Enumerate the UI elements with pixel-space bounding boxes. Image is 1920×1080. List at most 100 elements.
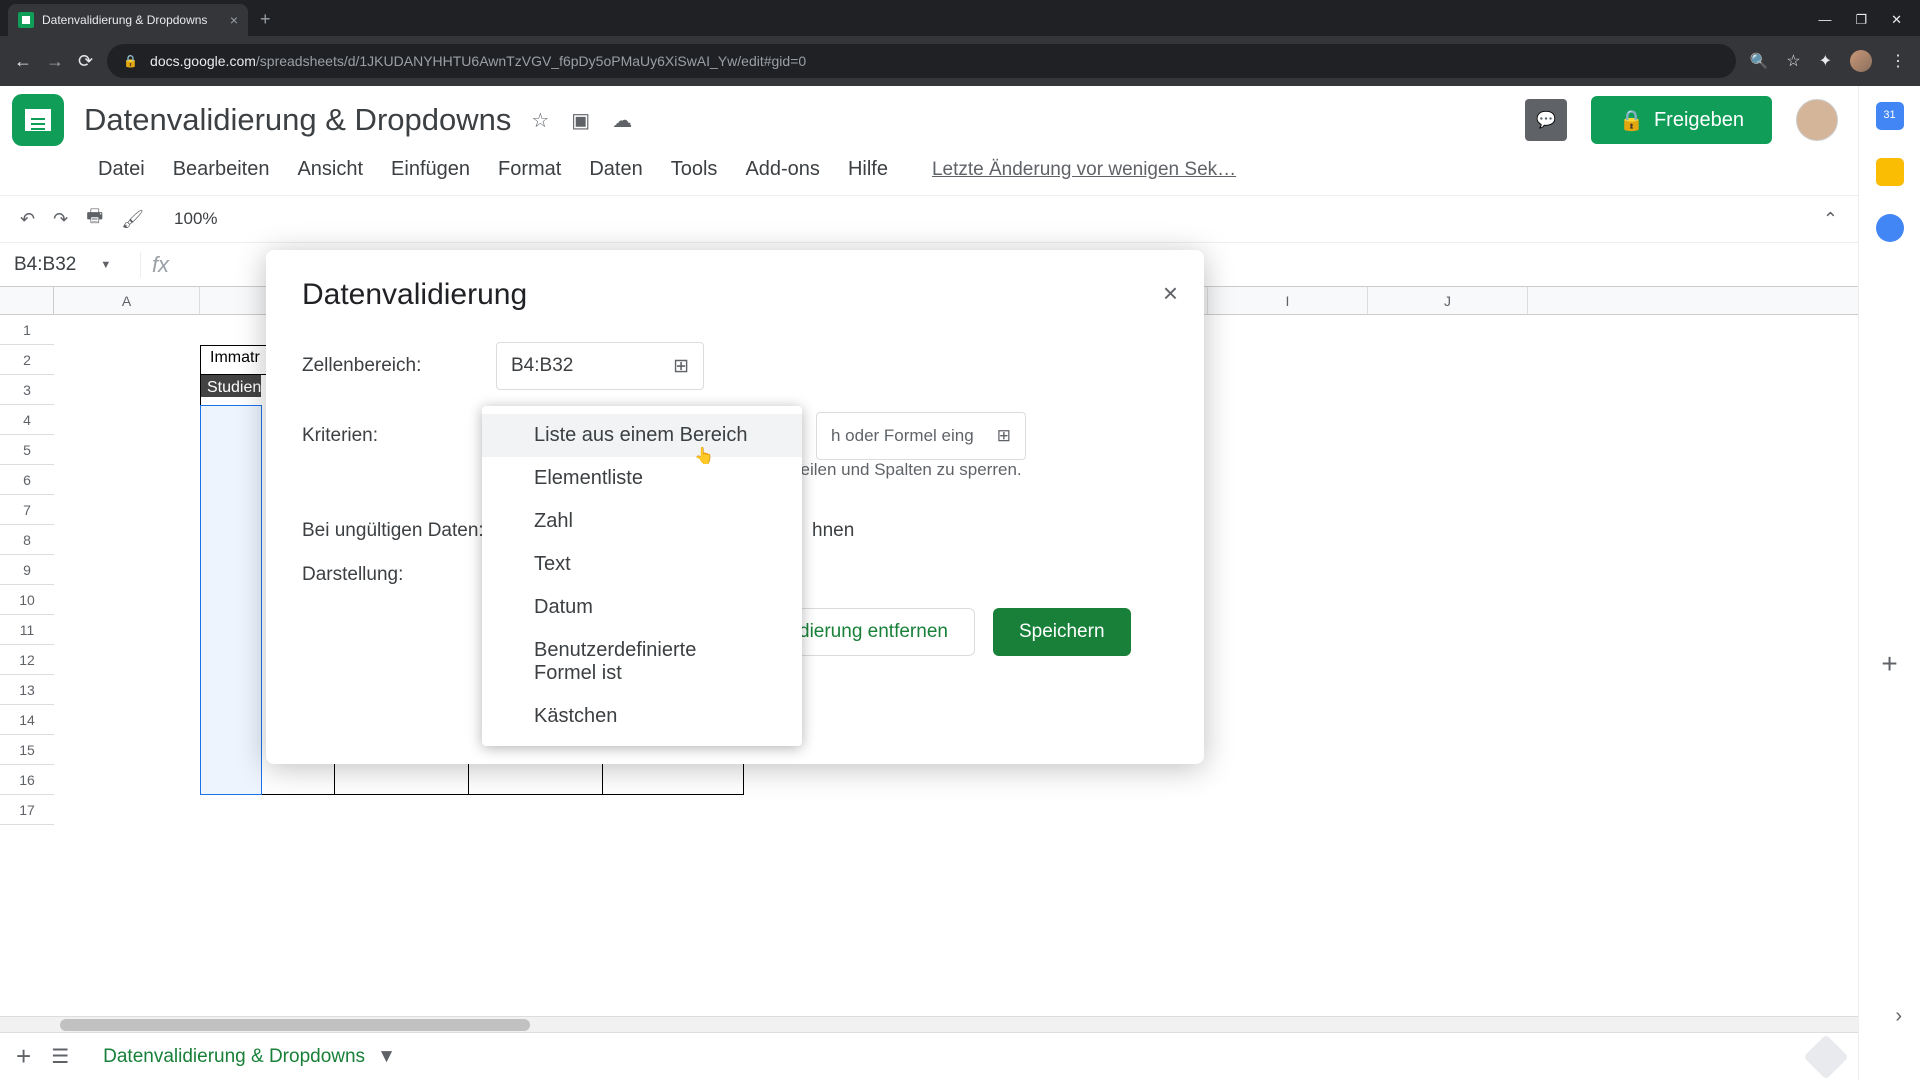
display-label: Darstellung:	[302, 564, 496, 586]
cell-range-label: Zellenbereich:	[302, 355, 496, 377]
menu-bearbeiten[interactable]: Bearbeiten	[173, 158, 270, 181]
fx-icon: fx	[140, 252, 180, 278]
star-icon[interactable]: ☆	[1786, 51, 1800, 71]
minimize-icon[interactable]: —	[1818, 12, 1831, 28]
side-panel: +	[1858, 86, 1920, 1080]
menu-hilfe[interactable]: Hilfe	[848, 158, 888, 181]
criteria-option-checkbox[interactable]: Kästchen	[482, 695, 802, 738]
translate-icon[interactable]: 🔍	[1750, 52, 1769, 70]
share-button[interactable]: 🔒 Freigeben	[1591, 96, 1772, 144]
col-j[interactable]: J	[1368, 287, 1528, 314]
col-a[interactable]: A	[54, 287, 200, 314]
add-addon-icon[interactable]: +	[1881, 648, 1897, 680]
side-panel-collapse-icon[interactable]: ›	[1895, 1005, 1902, 1028]
explore-icon[interactable]	[1803, 1034, 1848, 1079]
doc-title[interactable]: Datenvalidierung & Dropdowns	[84, 102, 511, 138]
criteria-option-text[interactable]: Text	[482, 543, 802, 586]
select-all-corner[interactable]	[0, 287, 54, 314]
menu-einfuegen[interactable]: Einfügen	[391, 158, 470, 181]
new-tab-button[interactable]: +	[260, 9, 271, 30]
save-button[interactable]: Speichern	[993, 608, 1131, 656]
dialog-close-icon[interactable]: ×	[1163, 278, 1178, 309]
menu-icon[interactable]: ⋮	[1890, 51, 1906, 71]
redo-icon[interactable]: ↷	[53, 209, 68, 230]
tasks-icon[interactable]	[1876, 214, 1904, 242]
tab-close-icon[interactable]: ×	[230, 12, 238, 28]
criteria-option-custom-formula[interactable]: Benutzerdefinierte Formel ist	[482, 629, 802, 695]
comments-button[interactable]: 💬	[1525, 99, 1567, 141]
dialog-title: Datenvalidierung	[302, 278, 1168, 312]
row-3[interactable]: 3	[0, 375, 54, 405]
sheet-tab-active[interactable]: Datenvalidierung & Dropdowns ▼	[89, 1038, 410, 1076]
tab-title: Datenvalidierung & Dropdowns	[42, 13, 207, 27]
range-picker-icon-2[interactable]: ⊞	[997, 426, 1011, 446]
criteria-option-date[interactable]: Datum	[482, 586, 802, 629]
cell-b3: Studien	[201, 375, 261, 397]
row-7[interactable]: 7	[0, 495, 54, 525]
sheets-favicon	[18, 12, 34, 28]
collapse-toolbar-icon[interactable]: ⌃	[1823, 209, 1838, 230]
criteria-formula-input[interactable]: h oder Formel eing ⊞	[816, 412, 1026, 460]
criteria-option-number[interactable]: Zahl	[482, 500, 802, 543]
horizontal-scrollbar[interactable]	[0, 1016, 1858, 1032]
star-doc-icon[interactable]: ☆	[531, 108, 549, 133]
zoom-select[interactable]: 100%	[174, 209, 217, 229]
remove-validation-button[interactable]: dierung entfernen	[772, 608, 975, 656]
forward-icon[interactable]: →	[46, 51, 64, 72]
last-edit-link[interactable]: Letzte Änderung vor wenigen Sek…	[932, 159, 1236, 181]
browser-tab[interactable]: Datenvalidierung & Dropdowns ×	[8, 4, 248, 36]
undo-icon[interactable]: ↶	[20, 209, 35, 230]
row-5[interactable]: 5	[0, 435, 54, 465]
row-15[interactable]: 15	[0, 735, 54, 765]
namebox-dropdown-icon[interactable]: ▼	[100, 259, 111, 271]
maximize-icon[interactable]: ❐	[1855, 12, 1867, 28]
row-16[interactable]: 16	[0, 765, 54, 795]
col-i[interactable]: I	[1208, 287, 1368, 314]
menu-addons[interactable]: Add-ons	[745, 158, 820, 181]
cell-b2: Immatr	[204, 345, 264, 371]
row-11[interactable]: 11	[0, 615, 54, 645]
criteria-dropdown: Liste aus einem Bereich Elementliste Zah…	[482, 406, 802, 746]
sheet-tab-menu-icon[interactable]: ▼	[377, 1046, 396, 1068]
row-10[interactable]: 10	[0, 585, 54, 615]
row-6[interactable]: 6	[0, 465, 54, 495]
add-sheet-icon[interactable]: +	[16, 1041, 31, 1072]
menu-daten[interactable]: Daten	[589, 158, 642, 181]
extensions-icon[interactable]: ✦	[1819, 51, 1832, 71]
cell-range-input[interactable]: B4:B32 ⊞	[496, 342, 704, 390]
url-field[interactable]: 🔒 docs.google.com/spreadsheets/d/1JKUDAN…	[107, 44, 1735, 78]
menu-tools[interactable]: Tools	[671, 158, 718, 181]
paint-format-icon[interactable]: 🖌	[121, 209, 144, 230]
close-window-icon[interactable]: ✕	[1891, 12, 1902, 28]
row-13[interactable]: 13	[0, 675, 54, 705]
all-sheets-icon[interactable]: ☰	[51, 1044, 69, 1069]
menu-ansicht[interactable]: Ansicht	[297, 158, 363, 181]
sheets-logo-icon[interactable]	[12, 94, 64, 146]
row-1[interactable]: 1	[0, 315, 54, 345]
menu-format[interactable]: Format	[498, 158, 561, 181]
row-14[interactable]: 14	[0, 705, 54, 735]
row-9[interactable]: 9	[0, 555, 54, 585]
range-picker-icon[interactable]: ⊞	[673, 355, 689, 378]
print-icon[interactable]: 🖶	[86, 204, 103, 234]
move-icon[interactable]: ▣	[571, 108, 590, 133]
calendar-icon[interactable]	[1876, 102, 1904, 130]
row-17[interactable]: 17	[0, 795, 54, 825]
profile-avatar-icon[interactable]	[1850, 50, 1872, 72]
menu-datei[interactable]: Datei	[98, 158, 145, 181]
row-12[interactable]: 12	[0, 645, 54, 675]
criteria-option-list-from-range[interactable]: Liste aus einem Bereich	[482, 414, 802, 457]
account-avatar[interactable]	[1796, 99, 1838, 141]
reload-icon[interactable]: ⟳	[78, 51, 93, 72]
row-4[interactable]: 4	[0, 405, 54, 435]
menu-bar: Datei Bearbeiten Ansicht Einfügen Format…	[0, 146, 1858, 195]
row-2[interactable]: 2	[0, 345, 54, 375]
tab-bar: Datenvalidierung & Dropdowns × + — ❐ ✕	[0, 0, 1920, 36]
url-text: docs.google.com/spreadsheets/d/1JKUDANYH…	[150, 53, 806, 69]
criteria-option-list-of-items[interactable]: Elementliste	[482, 457, 802, 500]
keep-icon[interactable]	[1876, 158, 1904, 186]
back-icon[interactable]: ←	[14, 51, 32, 72]
row-8[interactable]: 8	[0, 525, 54, 555]
name-box[interactable]: B4:B32 ▼	[0, 254, 140, 276]
lock-icon: 🔒	[123, 54, 138, 68]
